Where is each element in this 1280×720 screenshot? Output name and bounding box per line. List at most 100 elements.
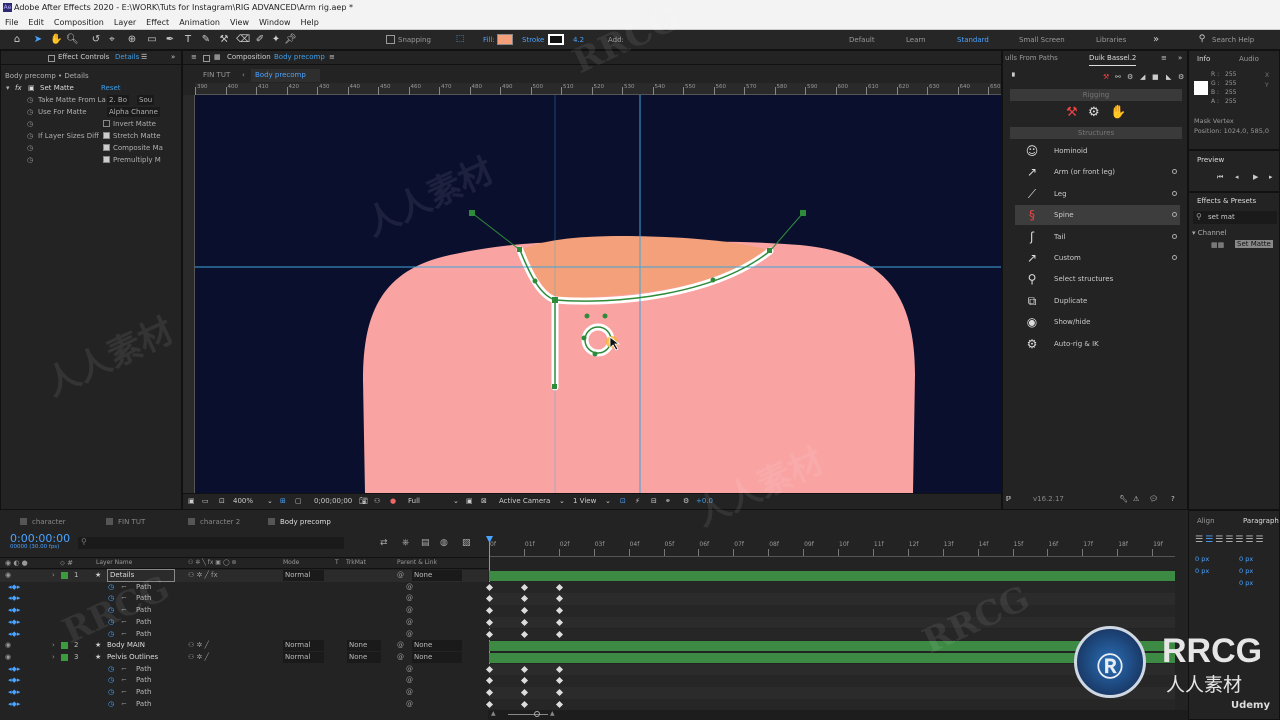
search-help-icon[interactable]: ⚲ [1196, 33, 1208, 46]
safe-zones-icon[interactable]: ⊞ [280, 495, 286, 508]
parent-pickwhip-icon[interactable]: @ [397, 570, 404, 581]
checkbox[interactable] [103, 120, 110, 127]
mask-vertex[interactable] [710, 277, 716, 283]
visibility-eye-icon[interactable]: ◉ [5, 570, 11, 581]
keyframe-icon[interactable] [555, 665, 563, 673]
menu-edit[interactable]: Edit [23, 16, 49, 29]
panel-menu-icon[interactable]: ≡ [191, 51, 197, 64]
mask-vertex[interactable] [767, 248, 772, 253]
keyframe-icon[interactable] [520, 630, 528, 638]
duik-home-icon[interactable]: ▘ [1012, 71, 1017, 84]
search-help-field[interactable]: Search Help [1212, 34, 1254, 46]
layer-name[interactable]: Pelvis Outlines [107, 652, 158, 663]
menu-animation[interactable]: Animation [174, 16, 225, 29]
region-of-interest-icon[interactable]: ▣ [466, 495, 473, 508]
zoom-level[interactable]: 400% [233, 495, 253, 508]
keyframe-icon[interactable] [485, 630, 494, 638]
audio-tab[interactable]: Audio [1239, 53, 1259, 66]
pickwhip-icon[interactable]: @ [406, 687, 413, 698]
fast-previews-icon[interactable]: ⚡︎ [635, 495, 640, 508]
options-dot-icon[interactable] [1172, 169, 1177, 175]
duik-links-icon[interactable]: ⚯ [1115, 71, 1121, 84]
mask-vertex[interactable] [552, 384, 557, 389]
chevron-down-icon[interactable]: ⌄ [453, 495, 459, 508]
structure-auto-rig[interactable]: ⚙ Auto-rig & IK [1015, 334, 1180, 354]
effect-settings-icon[interactable]: ▣ [28, 83, 35, 93]
timeline-tab[interactable]: FIN TUT [106, 515, 145, 529]
fill-color-swatch[interactable] [497, 34, 513, 45]
mask-vertex[interactable] [592, 351, 598, 357]
property-track[interactable] [485, 605, 1175, 617]
property-track[interactable] [485, 581, 1175, 594]
breadcrumb-body-precomp[interactable]: Body precomp [251, 69, 320, 82]
workspace-standard[interactable]: Standard [957, 34, 989, 46]
layer-name-header[interactable]: Layer Name [96, 559, 132, 566]
structure-show-hide[interactable]: ◉ Show/hide [1015, 312, 1180, 332]
keyframe-nav-icon[interactable]: ◂◆▸ [8, 605, 20, 616]
align-tab[interactable]: Align [1197, 515, 1215, 528]
pin-tool-icon[interactable]: 📌︎ [284, 33, 297, 46]
path-property-row[interactable]: ◂◆▸ ◷ ⌐ Path @ [0, 582, 488, 594]
view-layout-select[interactable]: 1 View [573, 495, 596, 508]
keyframe-nav-icon[interactable]: ◂◆▸ [8, 664, 20, 675]
menu-view[interactable]: View [225, 16, 254, 29]
visibility-eye-icon[interactable]: ◉ [5, 652, 11, 663]
property-checkbox[interactable]: Invert Matte [103, 119, 156, 129]
composition-viewer[interactable] [195, 95, 1001, 493]
expand-effect-icon[interactable]: ▾ [6, 83, 10, 93]
workspace-overflow-icon[interactable]: » [1150, 33, 1162, 46]
track-matte-select[interactable]: None [347, 640, 382, 652]
property-checkbox[interactable]: Stretch Matte [103, 131, 161, 141]
zoom-in-icon[interactable]: ▲ [550, 710, 555, 717]
property-track[interactable] [485, 675, 1175, 687]
bones-icon[interactable]: ⚒ [1066, 105, 1078, 120]
layer-duration-bar[interactable] [489, 571, 1175, 581]
keyframe-icon[interactable] [555, 607, 563, 615]
play-icon[interactable]: ▶ [1253, 171, 1258, 184]
expand-arrow-icon[interactable]: › [52, 652, 55, 663]
menu-help[interactable]: Help [296, 16, 324, 29]
keyframe-icon[interactable] [555, 583, 563, 591]
workspace-libraries[interactable]: Libraries [1096, 34, 1126, 46]
path-property-row[interactable]: ◂◆▸ ◷ ⌐ Path @ [0, 664, 488, 676]
stopwatch-icon[interactable]: ◷ [27, 143, 33, 153]
checkbox[interactable] [103, 144, 110, 151]
pen-tool-icon[interactable]: ✒ [164, 33, 176, 46]
set-matte-result[interactable]: Set Matte [1235, 240, 1273, 248]
options-dot-icon[interactable] [1172, 190, 1177, 196]
always-preview-icon[interactable]: ▣ [188, 495, 195, 508]
roto-brush-tool-icon[interactable]: ✐ [254, 33, 266, 46]
zoom-out-icon[interactable]: ▲ [491, 710, 496, 717]
layer-label-color[interactable] [61, 642, 68, 650]
structure-arm[interactable]: ↗ Arm (or front leg) [1015, 162, 1180, 182]
keyframe-icon[interactable] [555, 595, 563, 603]
panel-menu-icon[interactable]: ☰ [141, 51, 147, 64]
stopwatch-icon[interactable]: ◷ [27, 95, 33, 105]
monitor-icon[interactable]: ▭ [202, 495, 209, 508]
stopwatch-icon[interactable]: ◷ [27, 119, 33, 129]
keyframe-nav-icon[interactable]: ◂◆▸ [8, 593, 20, 604]
property-value-2[interactable]: Sou [137, 95, 155, 105]
stopwatch-icon[interactable]: ◷ [108, 664, 114, 675]
preview-tab[interactable]: Preview [1197, 154, 1224, 167]
keyframe-icon[interactable] [555, 688, 563, 697]
timeline-ruler[interactable]: 0f 01f 02f 03f 04f 05f 06f 07f 08f 09f 10f 11f 12f 13… [489, 537, 1179, 557]
indent-value[interactable]: 0 px [1195, 567, 1209, 575]
parent-select[interactable]: None [412, 651, 463, 663]
layer-switches-icon[interactable]: ⚇ ✲ ╱ fx [188, 570, 218, 581]
resolution-select[interactable]: Full [408, 495, 420, 508]
panel-menu-icon[interactable]: ≡ [329, 51, 335, 64]
workspace-learn[interactable]: Learn [906, 34, 926, 46]
structure-select-structures[interactable]: ⚲ Select structures [1015, 269, 1180, 289]
chevron-down-icon[interactable]: ⌄ [605, 495, 611, 508]
switches-header-icon[interactable]: ⚇ ✲ ╲ fx ▣ ◯ ⊚ [188, 559, 237, 566]
parent-header[interactable]: Parent & Link [397, 559, 437, 566]
pickwhip-icon[interactable]: @ [406, 675, 413, 686]
hand-tool-icon[interactable]: ✋ [50, 33, 62, 46]
pickwhip-icon[interactable]: @ [406, 699, 413, 710]
menu-file[interactable]: File [0, 16, 23, 29]
transparency-grid-icon[interactable]: ⊠ [481, 495, 487, 508]
structure-custom[interactable]: ↗ Custom [1015, 248, 1180, 268]
color-channels-icon[interactable]: ● [390, 495, 396, 508]
frame-blending-icon[interactable]: ◍ [440, 538, 448, 548]
